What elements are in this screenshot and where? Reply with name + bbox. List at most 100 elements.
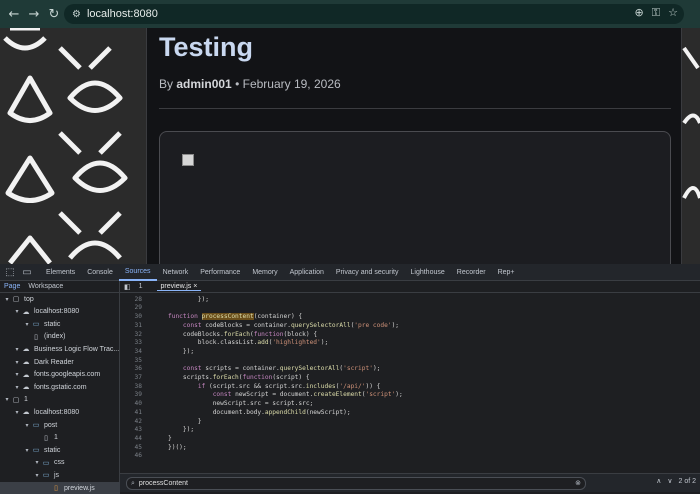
line-number[interactable]: 35 <box>120 357 146 364</box>
tree-toggle-icon[interactable]: ▾ <box>3 296 11 303</box>
code-line[interactable]: 46 <box>120 452 700 461</box>
code-line[interactable]: 32 codeBlocks.forEach(function(block) { <box>120 330 700 339</box>
line-number[interactable]: 37 <box>120 374 146 381</box>
navigator-tab-workspace[interactable]: Workspace <box>24 283 67 290</box>
line-text: scripts.forEach(function(script) { <box>168 374 310 382</box>
toggle-navigator-icon[interactable]: ◧ <box>120 283 135 291</box>
code-line[interactable]: 41 document.body.appendChild(newScript); <box>120 408 700 417</box>
code-line[interactable]: 29 <box>120 304 700 313</box>
tab-sources[interactable]: Sources <box>118 264 157 281</box>
search-input[interactable]: ⌕ processContent ⊗ <box>126 476 586 490</box>
tab-network[interactable]: Network <box>157 264 195 281</box>
code-lines[interactable]: 28 }); 29 30 function processContent(contai… <box>120 295 700 473</box>
code-line[interactable]: 34 }); <box>120 347 700 356</box>
bookmark-star-icon[interactable]: ☆ <box>668 6 678 20</box>
tab-elements[interactable]: Elements <box>40 264 81 281</box>
tab-application[interactable]: Application <box>284 264 330 281</box>
code-line[interactable]: 30 function processContent(container) { <box>120 312 700 321</box>
tree-toggle-icon[interactable]: ▾ <box>3 396 11 403</box>
tree-item[interactable]: ▾ ☁ Business Logic Flow Trac... <box>0 343 120 355</box>
line-number[interactable]: 39 <box>120 391 146 398</box>
line-number[interactable]: 30 <box>120 313 146 320</box>
tree-item[interactable]: ▾ ☁ fonts.gstatic.com <box>0 381 120 393</box>
editor-tab-preview-js[interactable]: preview.js × <box>156 283 202 291</box>
tree-item[interactable]: ▯ (index) <box>0 331 120 343</box>
close-tab-icon[interactable]: × <box>193 283 197 290</box>
tree-item[interactable]: ▾ ▭ post <box>0 419 120 431</box>
tree-item[interactable]: ▾ ☁ localhost:8080 <box>0 406 120 418</box>
line-number[interactable]: 31 <box>120 322 146 329</box>
tree-toggle-icon[interactable]: ▾ <box>23 321 31 328</box>
line-number[interactable]: 28 <box>120 296 146 303</box>
reload-icon[interactable]: ↻ <box>44 4 64 24</box>
navigator-tab-page[interactable]: Page <box>0 283 24 290</box>
tree-toggle-icon[interactable]: ▾ <box>13 359 21 366</box>
code-line[interactable]: 38 if (script.src && script.src.includes… <box>120 382 700 391</box>
line-number[interactable]: 43 <box>120 426 146 433</box>
code-line[interactable]: 35 <box>120 356 700 365</box>
next-match-icon[interactable]: ∨ <box>667 477 672 485</box>
line-number[interactable]: 41 <box>120 409 146 416</box>
tree-toggle-icon[interactable]: ▾ <box>13 371 21 378</box>
code-line[interactable]: 33 block.classList.add('highlighted'); <box>120 339 700 348</box>
site-info-icon[interactable]: ⚙ <box>72 9 81 20</box>
password-key-icon[interactable]: ⚿ <box>652 6 660 20</box>
tree-toggle-icon[interactable]: ▾ <box>23 447 31 454</box>
line-number[interactable]: 46 <box>120 452 146 459</box>
tree-item[interactable]: ▾ ▢ 1 <box>0 394 120 406</box>
tree-item[interactable]: ▾ ▭ js <box>0 469 120 481</box>
forward-icon[interactable]: → <box>24 4 44 24</box>
line-number[interactable]: 34 <box>120 348 146 355</box>
tab-privacy-and-security[interactable]: Privacy and security <box>330 264 405 281</box>
code-line[interactable]: 28 }); <box>120 295 700 304</box>
line-number[interactable]: 33 <box>120 339 146 346</box>
prev-match-icon[interactable]: ∧ <box>656 477 661 485</box>
tab-recorder[interactable]: Recorder <box>451 264 492 281</box>
tree-item[interactable]: ▾ ▭ css <box>0 457 120 469</box>
code-line[interactable]: 36 const scripts = container.querySelect… <box>120 365 700 374</box>
tree-item[interactable]: ▾ ▭ static <box>0 318 120 330</box>
line-number[interactable]: 42 <box>120 418 146 425</box>
tree-toggle-icon[interactable]: ▾ <box>13 346 21 353</box>
tab-console[interactable]: Console <box>81 264 119 281</box>
tab-performance[interactable]: Performance <box>194 264 246 281</box>
tree-toggle-icon[interactable]: ▾ <box>33 459 41 466</box>
zoom-icon[interactable]: ⊕ <box>635 6 644 20</box>
line-number[interactable]: 44 <box>120 435 146 442</box>
code-line[interactable]: 37 scripts.forEach(function(script) { <box>120 373 700 382</box>
tree-item[interactable]: ▾ ▢ top <box>0 293 120 305</box>
tree-toggle-icon[interactable]: ▾ <box>13 384 21 391</box>
tree-toggle-icon[interactable]: ▾ <box>23 422 31 429</box>
line-number[interactable]: 45 <box>120 444 146 451</box>
tree-item[interactable]: ▯ preview.js <box>0 482 120 494</box>
line-number[interactable]: 38 <box>120 383 146 390</box>
code-line[interactable]: 31 const codeBlocks = container.querySel… <box>120 321 700 330</box>
code-line[interactable]: 39 const newScript = document.createElem… <box>120 391 700 400</box>
tree-item[interactable]: ▾ ☁ Dark Reader <box>0 356 120 368</box>
code-line[interactable]: 45})(); <box>120 443 700 452</box>
clear-search-icon[interactable]: ⊗ <box>575 479 581 487</box>
tree-item[interactable]: ▯ 1 <box>0 432 120 444</box>
address-bar[interactable]: ⚙ localhost:8080 ⊕ ⚿ ☆ <box>64 4 684 24</box>
device-toolbar-icon[interactable]: ▭ <box>20 265 34 279</box>
tab-memory[interactable]: Memory <box>246 264 283 281</box>
tab-rep-[interactable]: Rep+ <box>492 264 521 281</box>
inspect-element-icon[interactable]: ⬚ <box>3 265 17 279</box>
code-line[interactable]: 42 } <box>120 417 700 426</box>
tree-item[interactable]: ▾ ☁ fonts.googleapis.com <box>0 369 120 381</box>
back-icon[interactable]: ← <box>4 4 24 24</box>
code-line[interactable]: 40 newScript.src = script.src; <box>120 399 700 408</box>
tree-item[interactable]: ▾ ☁ localhost:8080 <box>0 306 120 318</box>
tab-lighthouse[interactable]: Lighthouse <box>405 264 451 281</box>
line-number[interactable]: 29 <box>120 304 146 311</box>
line-number[interactable]: 36 <box>120 365 146 372</box>
tree-toggle-icon[interactable]: ▾ <box>33 472 41 479</box>
author-link[interactable]: admin001 <box>176 77 231 91</box>
line-number[interactable]: 32 <box>120 331 146 338</box>
line-number[interactable]: 40 <box>120 400 146 407</box>
tree-toggle-icon[interactable]: ▾ <box>13 308 21 315</box>
tree-toggle-icon[interactable]: ▾ <box>13 409 21 416</box>
code-line[interactable]: 43 }); <box>120 426 700 435</box>
tree-item[interactable]: ▾ ▭ static <box>0 444 120 456</box>
code-line[interactable]: 44} <box>120 434 700 443</box>
